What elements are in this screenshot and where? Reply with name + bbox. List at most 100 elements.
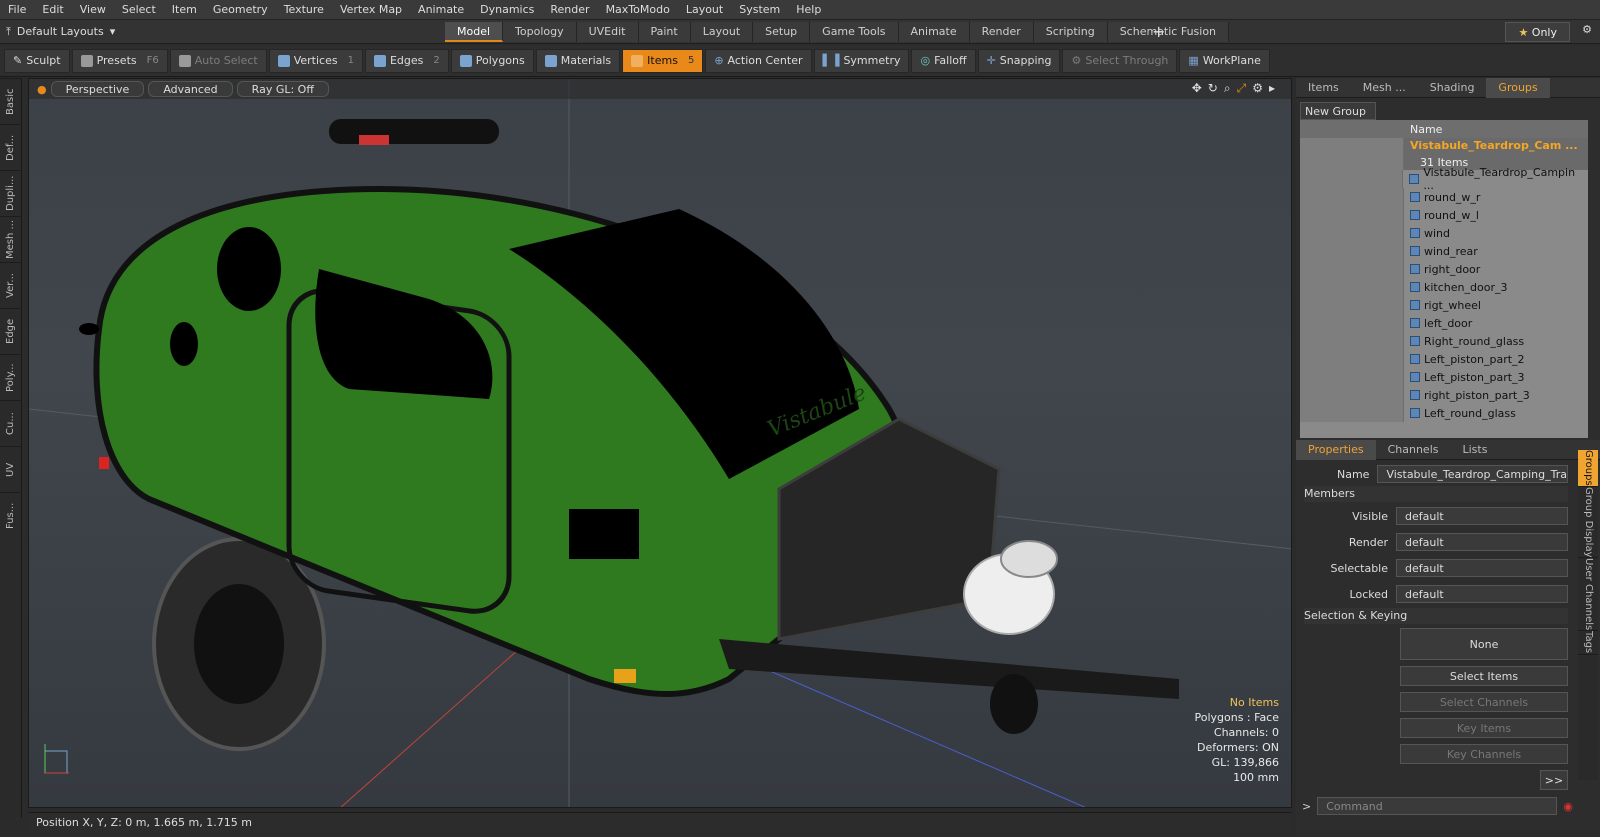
right-tab[interactable]: Mesh ... [1351, 78, 1418, 98]
raygl-button[interactable]: Ray GL: Off [236, 81, 329, 97]
menu-item[interactable]: Dynamics [472, 0, 542, 20]
menu-item[interactable]: Render [542, 0, 597, 20]
rotate-icon[interactable]: ↻ [1208, 81, 1218, 96]
none-button[interactable]: None [1400, 628, 1568, 660]
left-tab[interactable]: Edge [0, 308, 22, 354]
mode-tab[interactable]: Scripting [1033, 22, 1108, 42]
symmetry-button[interactable]: ▌▐ Symmetry [813, 48, 910, 73]
right-tab[interactable]: Groups [1486, 77, 1550, 98]
gear-icon[interactable]: ⚙ [1252, 81, 1263, 96]
mode-tab[interactable]: Layout [690, 22, 754, 42]
only-button[interactable]: ★ Only [1505, 22, 1570, 42]
tree-item[interactable]: Left_piston_part_3 [1300, 368, 1588, 386]
name-field[interactable]: Vistabule_Teardrop_Camping_Tra [1377, 465, 1568, 483]
left-tab[interactable]: Fus... [0, 492, 22, 538]
menu-item[interactable]: Texture [276, 0, 332, 20]
tree-item[interactable]: rigt_wheel [1300, 296, 1588, 314]
mode-tab[interactable]: Model [445, 22, 504, 42]
tree-item[interactable]: round_w_l [1300, 206, 1588, 224]
select-items-button[interactable]: Select Items [1400, 666, 1568, 686]
layout-selector[interactable]: ⤒ Default Layouts ▾ [0, 22, 121, 42]
more-button[interactable]: >> [1540, 770, 1568, 790]
menu-item[interactable]: Select [114, 0, 164, 20]
menu-item[interactable]: Help [788, 0, 829, 20]
tree-item[interactable]: Left_piston_part_2 [1300, 350, 1588, 368]
select-through-button[interactable]: ⚙ Select Through [1062, 48, 1178, 73]
menu-item[interactable]: Animate [410, 0, 472, 20]
visible-select[interactable]: default [1396, 507, 1568, 525]
menu-item[interactable]: View [72, 0, 114, 20]
key-items-button[interactable]: Key Items [1400, 718, 1568, 738]
fit-icon[interactable]: ⤢ [1237, 81, 1247, 96]
items-button[interactable]: Items 5 [622, 48, 704, 73]
left-tab[interactable]: Dupli... [0, 170, 22, 216]
tree-item[interactable]: wind [1300, 224, 1588, 242]
key-channels-button[interactable]: Key Channels [1400, 744, 1568, 764]
selectable-select[interactable]: default [1396, 559, 1568, 577]
left-tab[interactable]: Ver... [0, 262, 22, 308]
command-input[interactable]: Command [1317, 797, 1558, 815]
tree-item[interactable]: right_piston_part_3 [1300, 386, 1588, 404]
side-tab[interactable]: Tags [1578, 631, 1598, 655]
tree-item[interactable]: left_door [1300, 314, 1588, 332]
menu-item[interactable]: System [731, 0, 788, 20]
locked-select[interactable]: default [1396, 585, 1568, 603]
menu-item[interactable]: Edit [34, 0, 71, 20]
left-tab[interactable]: Def... [0, 124, 22, 170]
side-tab[interactable]: Group Display [1578, 487, 1598, 559]
auto-select-button[interactable]: Auto Select [169, 48, 267, 73]
new-group-button[interactable]: New Group [1300, 102, 1376, 120]
gear-icon[interactable]: ⚙ [1582, 23, 1592, 36]
properties-tab[interactable]: Properties [1296, 439, 1376, 460]
tree-item[interactable]: Right_round_glass [1300, 332, 1588, 350]
render-select[interactable]: default [1396, 533, 1568, 551]
tree-item[interactable]: Left_round_glass [1300, 404, 1588, 422]
action-center-button[interactable]: ⊕ Action Center [705, 48, 812, 73]
menu-item[interactable]: File [0, 0, 34, 20]
mode-tab[interactable]: Topology [503, 22, 577, 42]
mode-tab[interactable]: Game Tools [810, 22, 899, 42]
left-tab[interactable]: UV [0, 446, 22, 492]
mode-tab[interactable]: Paint [638, 22, 691, 42]
snapping-button[interactable]: ✛ Snapping [977, 48, 1061, 73]
zoom-icon[interactable]: ⌕ [1224, 81, 1231, 96]
tree-item[interactable]: kitchen_door_3 [1300, 278, 1588, 296]
mode-tab[interactable]: Render [969, 22, 1034, 42]
menu-item[interactable]: Vertex Map [332, 0, 410, 20]
selection-keying-section[interactable]: Selection & Keying [1304, 608, 1568, 624]
members-section[interactable]: Members [1304, 486, 1568, 502]
left-tab[interactable]: Cu... [0, 400, 22, 446]
menu-item[interactable]: Item [164, 0, 205, 20]
mode-tab[interactable]: Animate [898, 22, 970, 42]
play-icon[interactable]: ▸ [1269, 81, 1275, 96]
workplane-button[interactable]: ▦ WorkPlane [1179, 48, 1270, 73]
edges-button[interactable]: Edges 2 [364, 48, 449, 73]
mode-tab[interactable]: Setup [753, 22, 811, 42]
menu-item[interactable]: Geometry [205, 0, 276, 20]
materials-button[interactable]: Materials [535, 48, 621, 73]
left-tab[interactable]: Poly... [0, 354, 22, 400]
falloff-button[interactable]: ◎ Falloff [911, 48, 976, 73]
properties-tab[interactable]: Channels [1376, 440, 1451, 460]
vertices-button[interactable]: Vertices 1 [268, 48, 363, 73]
menu-item[interactable]: MaxToModo [598, 0, 678, 20]
move-icon[interactable]: ✥ [1192, 81, 1202, 96]
right-tab[interactable]: Shading [1418, 78, 1487, 98]
perspective-button[interactable]: Perspective [50, 81, 145, 97]
advanced-button[interactable]: Advanced [148, 81, 233, 97]
sculpt-button[interactable]: ✎ Sculpt [4, 48, 70, 73]
side-tab[interactable]: Groups [1578, 450, 1598, 487]
menu-item[interactable]: Layout [678, 0, 731, 20]
left-tab[interactable]: Basic [0, 78, 22, 124]
presets-button[interactable]: Presets F6 [71, 48, 168, 73]
tree-item[interactable]: right_door [1300, 260, 1588, 278]
add-tab-icon[interactable]: + [1152, 22, 1165, 42]
3d-viewport[interactable]: Vistabule ● Perspective Advanced Ray GL:… [28, 78, 1292, 808]
tree-item[interactable]: wind_rear [1300, 242, 1588, 260]
tree-item[interactable]: round_w_r [1300, 188, 1588, 206]
select-channels-button[interactable]: Select Channels [1400, 692, 1568, 712]
left-tab[interactable]: Mesh ... [0, 216, 22, 262]
mode-tab[interactable]: UVEdit [576, 22, 639, 42]
record-icon[interactable]: ◉ [1563, 800, 1573, 813]
right-tab[interactable]: Items [1296, 78, 1351, 98]
